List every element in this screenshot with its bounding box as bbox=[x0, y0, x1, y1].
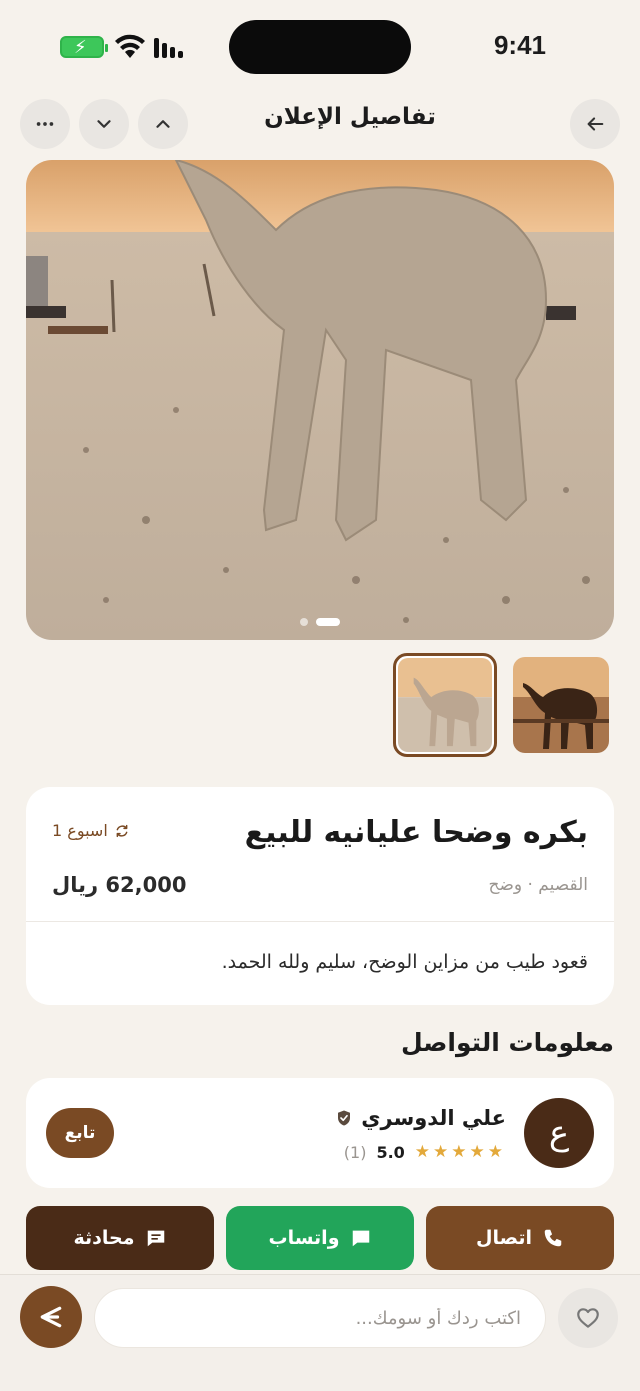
follow-button[interactable]: تابع bbox=[46, 1108, 114, 1158]
carousel-indicator bbox=[26, 618, 614, 626]
whatsapp-button[interactable]: واتساب bbox=[226, 1206, 414, 1270]
cellular-signal-icon bbox=[154, 36, 188, 58]
carousel-dot-active bbox=[316, 618, 340, 626]
back-button[interactable] bbox=[570, 99, 620, 149]
chevron-down-icon bbox=[97, 120, 111, 128]
listing-photo-carousel[interactable] bbox=[26, 160, 614, 640]
photo-thumbnail-1[interactable] bbox=[393, 653, 497, 757]
seller-avatar[interactable]: ع bbox=[524, 1098, 594, 1168]
chat-button[interactable]: محادثة bbox=[26, 1206, 214, 1270]
more-options-button[interactable] bbox=[20, 99, 70, 149]
status-bar: ⚡ 9:41 bbox=[0, 0, 640, 90]
listing-age: 1 اسبوع bbox=[52, 821, 130, 840]
rating-count: (1) bbox=[343, 1142, 367, 1162]
listing-title: بكره وضحا عليانيه للبيع bbox=[244, 815, 588, 850]
chat-bubble-icon bbox=[147, 1230, 164, 1247]
more-horizontal-icon bbox=[36, 122, 54, 126]
battery-charging-icon: ⚡ bbox=[60, 36, 108, 58]
seller-card[interactable]: ع علي الدوسري (1) 5.0 ★★★★★ تابع bbox=[26, 1078, 614, 1188]
message-icon bbox=[352, 1230, 369, 1247]
refresh-icon bbox=[116, 824, 128, 837]
favorite-button[interactable] bbox=[558, 1288, 618, 1348]
call-button[interactable]: اتصال bbox=[426, 1206, 614, 1270]
camel-thumbnail-image bbox=[398, 658, 492, 752]
contact-section-title: معلومات التواصل bbox=[400, 1028, 614, 1057]
listing-price: 62,000 ريال bbox=[52, 873, 187, 897]
whatsapp-button-label: واتساب bbox=[268, 1227, 340, 1249]
camel-photo bbox=[26, 160, 614, 640]
seller-name-row: علي الدوسري bbox=[335, 1106, 506, 1130]
send-button[interactable] bbox=[20, 1286, 82, 1348]
photo-thumbnail-2[interactable] bbox=[513, 657, 609, 753]
seller-rating: (1) 5.0 ★★★★★ bbox=[344, 1142, 506, 1162]
seller-name[interactable]: علي الدوسري bbox=[361, 1106, 506, 1130]
listing-description: قعود طيب من مزاين الوضح، سليم ولله الحمد… bbox=[221, 951, 588, 973]
send-icon bbox=[40, 1306, 62, 1328]
listing-details-card: بكره وضحا عليانيه للبيع 1 اسبوع القصيم ·… bbox=[26, 787, 614, 1005]
listing-age-text: 1 اسبوع bbox=[52, 821, 108, 840]
heart-icon bbox=[577, 1308, 599, 1328]
listing-location: القصيم · وضح bbox=[488, 875, 588, 895]
status-time: 9:41 bbox=[493, 30, 547, 60]
carousel-dot bbox=[300, 618, 308, 626]
page-title: تفاصيل الإعلان bbox=[264, 104, 436, 130]
chevron-up-icon bbox=[156, 120, 170, 128]
verified-badge-icon bbox=[338, 1110, 351, 1126]
arrow-left-icon bbox=[587, 117, 604, 131]
phone-icon bbox=[544, 1229, 562, 1247]
reply-input[interactable] bbox=[94, 1288, 546, 1348]
next-listing-button[interactable] bbox=[79, 99, 129, 149]
card-divider bbox=[26, 921, 614, 922]
previous-listing-button[interactable] bbox=[138, 99, 188, 149]
call-button-label: اتصال bbox=[476, 1227, 532, 1249]
chat-button-label: محادثة bbox=[73, 1227, 135, 1249]
wifi-icon bbox=[115, 34, 145, 58]
camel-thumbnail-image bbox=[513, 657, 609, 753]
star-rating-icon: ★★★★★ bbox=[414, 1142, 506, 1162]
dynamic-island bbox=[229, 20, 411, 74]
rating-value: 5.0 bbox=[376, 1142, 405, 1162]
